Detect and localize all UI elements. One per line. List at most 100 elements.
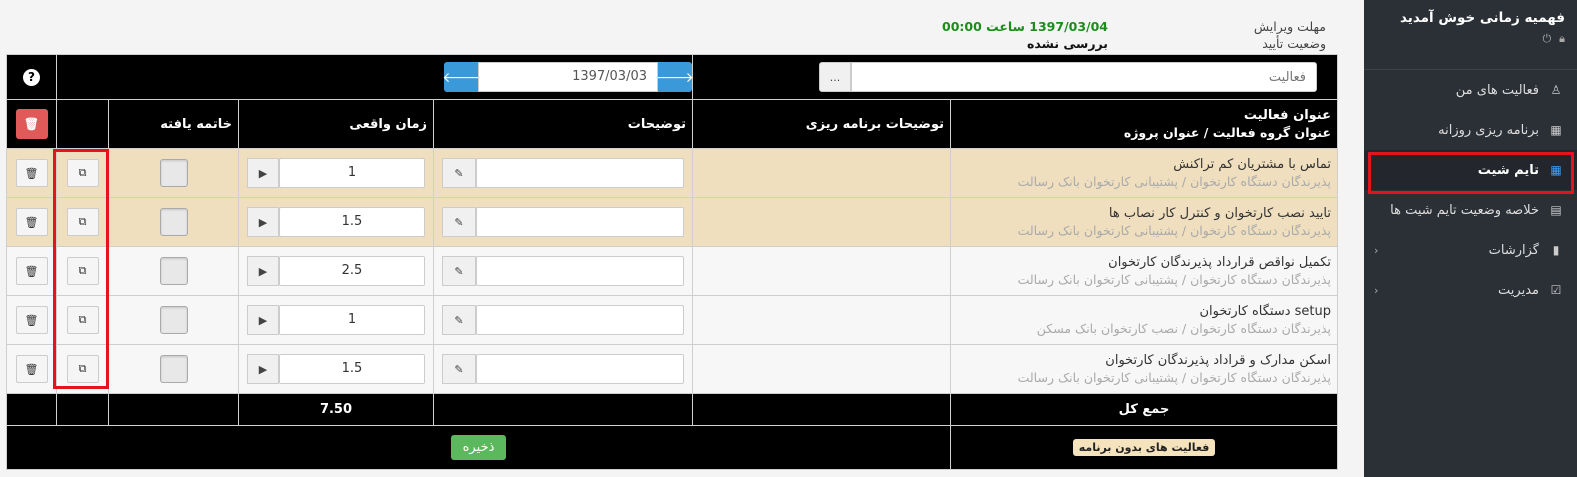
desc-cell: ✎ xyxy=(433,344,693,394)
sidebar-item-label: مدیریت xyxy=(1498,282,1539,298)
sidebar-item-label: خلاصه وضعیت تایم شیت ها xyxy=(1390,202,1539,218)
desc-input[interactable] xyxy=(476,158,684,188)
finished-checkbox[interactable] xyxy=(159,159,188,187)
finished-cell xyxy=(108,344,239,394)
copy-cell: ⧉ xyxy=(56,295,109,345)
copy-icon[interactable]: ⧉ xyxy=(66,257,99,285)
info-values: 1397/03/04 ساعت 00:00 بررسی نشده xyxy=(940,18,1108,52)
browse-button[interactable]: ... xyxy=(819,62,851,92)
activity-picker-cell: ... xyxy=(692,54,1338,100)
col-title-label: عنوان فعالیت xyxy=(1243,108,1331,123)
play-icon[interactable]: ▶ xyxy=(247,207,279,237)
deadline-label: مهلت ویرایش xyxy=(1253,19,1326,34)
power-icon[interactable]: ⏻ xyxy=(1542,32,1551,46)
trash-icon[interactable]: 🗑 xyxy=(15,208,48,236)
delete-cell: 🗑 xyxy=(6,344,57,394)
time-input[interactable]: 1.5 xyxy=(279,207,425,237)
time-input[interactable]: 2.5 xyxy=(279,256,425,286)
sidebar-item-timesheet-summary[interactable]: ▤ خلاصه وضعیت تایم شیت ها xyxy=(1364,190,1577,230)
sidebar-item-reports[interactable]: ▮ گزارشات ‹ xyxy=(1364,230,1577,270)
help-icon[interactable]: ? xyxy=(23,68,40,86)
trash-icon[interactable]: 🗑 xyxy=(15,257,48,285)
total-empty-cell xyxy=(692,393,951,426)
finished-checkbox[interactable] xyxy=(159,257,188,285)
finished-checkbox[interactable] xyxy=(159,355,188,383)
activity-project: پذیرندگان دستگاه کارتخوان / پشتیبانی کار… xyxy=(1017,174,1331,189)
trash-icon[interactable]: 🗑 xyxy=(15,159,48,187)
time-input[interactable]: 1.5 xyxy=(279,354,425,384)
toolbar-row: ... 🡐 1397/03/03 🡒 ? xyxy=(6,54,1338,100)
copy-icon[interactable]: ⧉ xyxy=(66,159,99,187)
copy-icon[interactable]: ⧉ xyxy=(66,208,99,236)
trash-icon[interactable]: 🗑 xyxy=(15,306,48,334)
plan-desc-cell xyxy=(692,246,951,296)
list-icon: ▤ xyxy=(1550,203,1562,217)
finished-cell xyxy=(108,197,239,247)
delete-all-button[interactable]: 🗑 xyxy=(15,109,48,139)
title-cell: تایید نصب کارتخوان و کنترل کار نصاب ها پذ… xyxy=(950,197,1338,247)
play-icon[interactable]: ▶ xyxy=(247,256,279,286)
table-row: setup دستگاه کارتخوان پذیرندگان دستگاه کا… xyxy=(6,295,1338,345)
sidebar-item-daily-planning[interactable]: ▦ برنامه ریزی روزانه xyxy=(1364,110,1577,150)
play-icon[interactable]: ▶ xyxy=(247,354,279,384)
sidebar-item-my-activities[interactable]: ♙ فعالیت های من xyxy=(1364,70,1577,110)
prev-day-button[interactable]: 🡐 xyxy=(442,62,480,92)
copy-icon[interactable]: ⧉ xyxy=(66,306,99,334)
chevron-left-icon: ‹ xyxy=(1374,243,1379,257)
desc-input[interactable] xyxy=(476,354,684,384)
edit-icon[interactable]: ✎ xyxy=(442,158,476,188)
date-nav-cell: 🡐 1397/03/03 🡒 xyxy=(56,54,694,100)
total-row: جمع کل 7.50 xyxy=(6,393,1338,426)
col-delete: 🗑 xyxy=(6,99,57,149)
status-label: وضعیت تأیید xyxy=(1262,36,1326,51)
desc-input[interactable] xyxy=(476,207,684,237)
lock-icon[interactable]: 🔒︎ xyxy=(1559,32,1565,46)
edit-icon[interactable]: ✎ xyxy=(442,354,476,384)
table-row: تماس با مشتریان کم تراکنش پذیرندگان دستگا… xyxy=(6,148,1338,198)
desc-input[interactable] xyxy=(476,305,684,335)
finished-checkbox[interactable] xyxy=(159,306,188,334)
time-input[interactable]: 1 xyxy=(279,305,425,335)
table-icon: ▦ xyxy=(1550,123,1562,137)
activity-title: تکمیل نواقص قرارداد پذیرندگان کارتخوان xyxy=(1108,255,1331,270)
person-icon: ♙ xyxy=(1550,83,1562,97)
sidebar-item-label: برنامه ریزی روزانه xyxy=(1438,122,1539,138)
col-title: عنوان فعالیت عنوان گروه فعالیت / عنوان پ… xyxy=(950,99,1338,149)
footer-row: فعالیت های بدون برنامه ذخیره xyxy=(6,425,1338,470)
activity-project: پذیرندگان دستگاه کارتخوان / پشتیبانی کار… xyxy=(1017,272,1331,287)
copy-cell: ⧉ xyxy=(56,246,109,296)
time-cell: ▶ 1 xyxy=(238,148,434,198)
edit-icon[interactable]: ✎ xyxy=(442,305,476,335)
time-input[interactable]: 1 xyxy=(279,158,425,188)
title-cell: تکمیل نواقص قرارداد پذیرندگان کارتخوان پذ… xyxy=(950,246,1338,296)
app-root: فهمیه زمانی خوش آمدید 🔒︎ ⏻ ♙ فعالیت های … xyxy=(0,0,1577,477)
play-icon[interactable]: ▶ xyxy=(247,305,279,335)
date-field[interactable]: 1397/03/03 xyxy=(478,62,658,92)
delete-cell: 🗑 xyxy=(6,148,57,198)
copy-icon[interactable]: ⧉ xyxy=(66,355,99,383)
total-empty-cell xyxy=(6,393,57,426)
next-day-button[interactable]: 🡒 xyxy=(656,62,694,92)
finished-cell xyxy=(108,295,239,345)
desc-cell: ✎ xyxy=(433,148,693,198)
activity-title: setup دستگاه کارتخوان xyxy=(1199,304,1332,319)
desc-input[interactable] xyxy=(476,256,684,286)
delete-cell: 🗑 xyxy=(6,197,57,247)
edit-icon[interactable]: ✎ xyxy=(442,207,476,237)
finished-cell xyxy=(108,148,239,198)
copy-cell: ⧉ xyxy=(56,344,109,394)
play-icon[interactable]: ▶ xyxy=(247,158,279,188)
sidebar-item-management[interactable]: ☑ مدیریت ‹ xyxy=(1364,270,1577,310)
save-cell: ذخیره xyxy=(6,425,951,470)
time-cell: ▶ 1 xyxy=(238,295,434,345)
trash-icon[interactable]: 🗑 xyxy=(15,355,48,383)
activity-title: تایید نصب کارتخوان و کنترل کار نصاب ها xyxy=(1108,206,1331,221)
plan-desc-cell xyxy=(692,295,951,345)
unplanned-activities-button[interactable]: فعالیت های بدون برنامه xyxy=(1072,439,1216,456)
save-button[interactable]: ذخیره xyxy=(450,435,507,460)
edit-icon[interactable]: ✎ xyxy=(442,256,476,286)
title-cell: setup دستگاه کارتخوان پذیرندگان دستگاه کا… xyxy=(950,295,1338,345)
sidebar-item-label: فعالیت های من xyxy=(1455,82,1539,98)
activity-input[interactable] xyxy=(851,62,1317,92)
finished-checkbox[interactable] xyxy=(159,208,188,236)
